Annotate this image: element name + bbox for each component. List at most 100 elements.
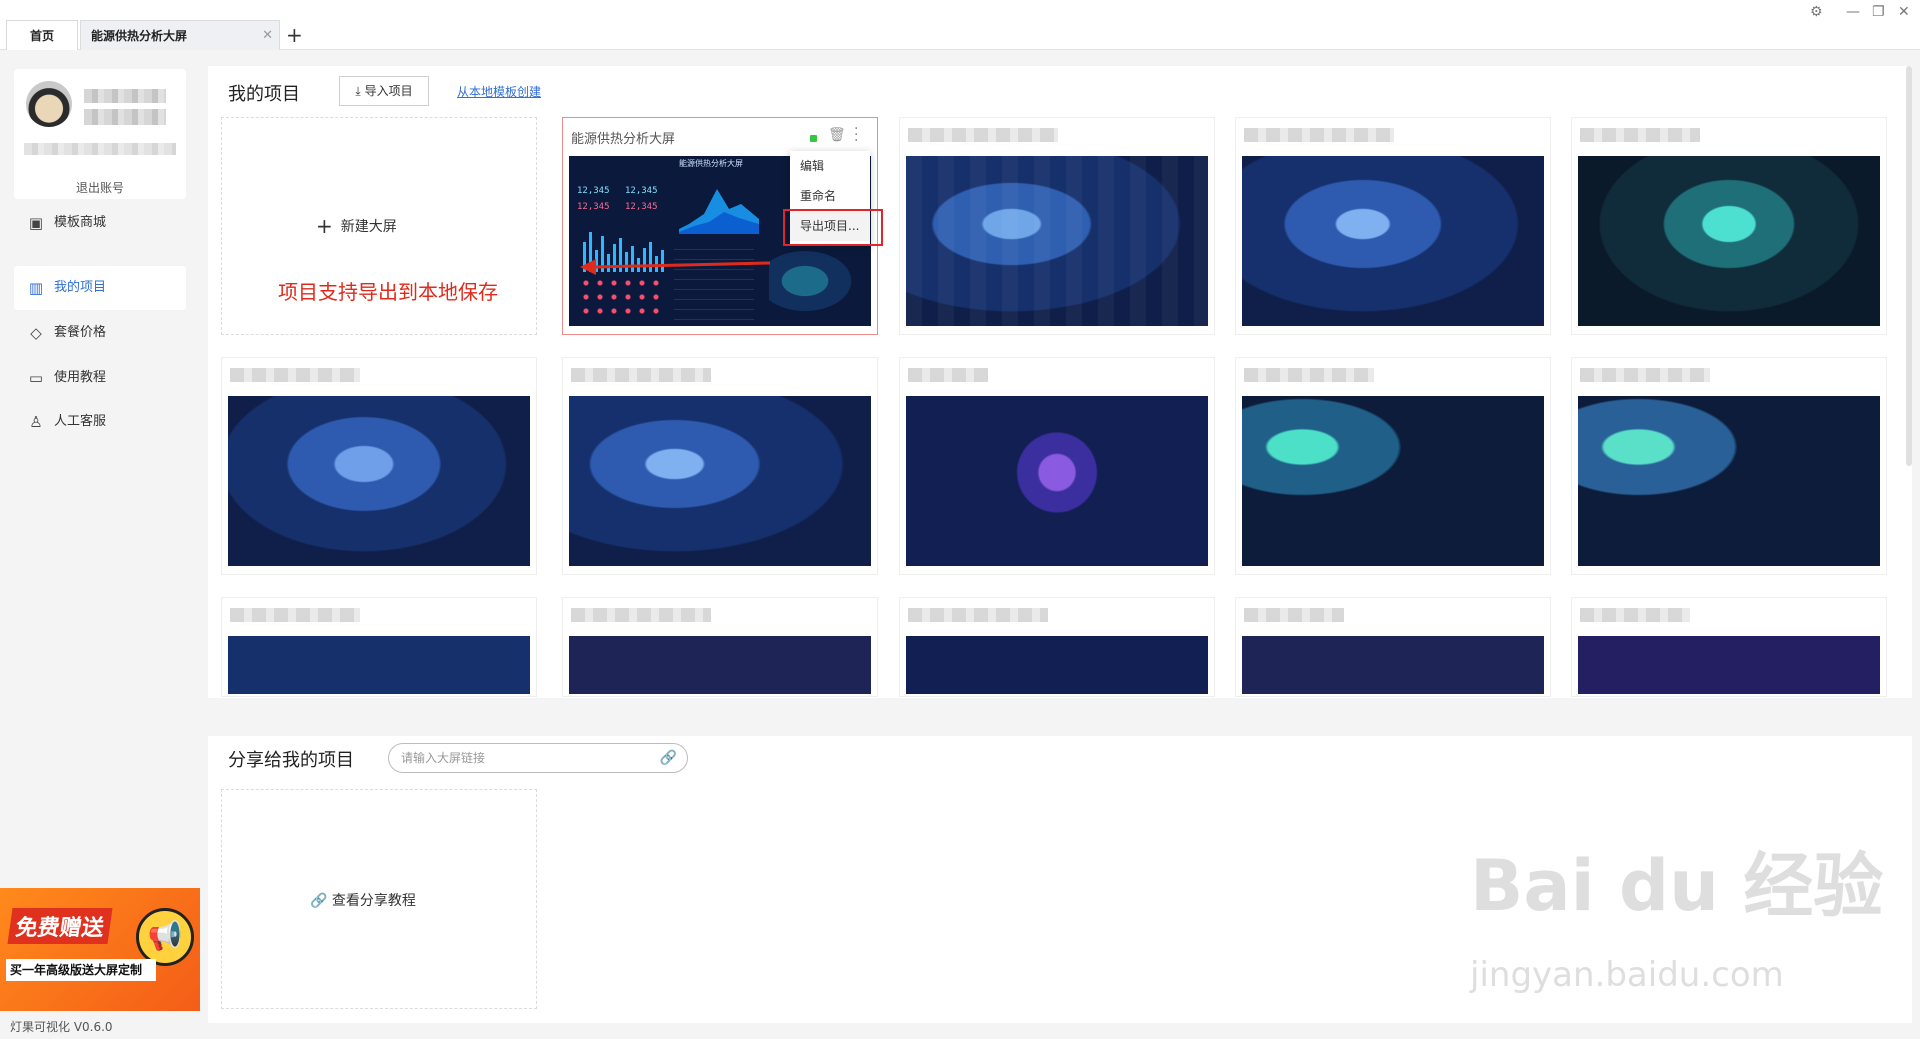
project-card[interactable]	[899, 117, 1215, 335]
share-link-input[interactable]: 请输入大屏链接 🔗	[388, 743, 688, 773]
share-tutorial-text: 查看分享教程	[331, 893, 416, 909]
blurred-info	[24, 143, 176, 155]
share-link-placeholder: 请输入大屏链接	[401, 751, 486, 765]
avatar[interactable]	[26, 81, 72, 127]
sidebar-item-label: 人工客服	[54, 414, 107, 429]
plus-icon: +	[316, 214, 333, 238]
tab-energy-dashboard[interactable]: 能源供热分析大屏 ✕	[80, 20, 280, 50]
tag-icon: ◇	[30, 324, 42, 342]
area-chart-thumbnail	[679, 189, 759, 234]
blurred-title	[571, 368, 711, 382]
sidebar-item-tutorial[interactable]: ▭ 使用教程	[14, 356, 186, 400]
project-card[interactable]	[1235, 117, 1551, 335]
watermark-url: jingyan.baidu.com	[1470, 955, 1784, 995]
annotation-arrow	[580, 259, 771, 275]
map-thumbnail	[769, 246, 859, 316]
user-card: 退出账号	[14, 69, 186, 199]
project-thumbnail	[228, 396, 530, 566]
project-thumbnail	[569, 396, 871, 566]
new-dashboard-text: 新建大屏	[340, 219, 397, 235]
shared-projects-title: 分享给我的项目	[228, 750, 354, 771]
blurred-username	[84, 89, 166, 103]
menu-item-edit[interactable]: 编辑	[790, 151, 870, 181]
vertical-scrollbar[interactable]	[1906, 66, 1912, 466]
project-card[interactable]	[1571, 117, 1887, 335]
kpi-value: 12,345	[577, 202, 610, 212]
blurred-title	[908, 608, 1048, 622]
import-project-button[interactable]: ⤓ 导入项目	[339, 76, 429, 106]
project-card[interactable]	[221, 357, 537, 575]
watermark-brand: Bai du 经验	[1470, 845, 1884, 927]
import-label: 导入项目	[364, 84, 413, 98]
link-icon[interactable]: 🔗	[660, 744, 677, 772]
project-thumbnail	[906, 636, 1208, 694]
sidebar-item-my-projects[interactable]: ▥ 我的项目	[14, 266, 186, 310]
tab-home[interactable]: 首页	[6, 20, 78, 50]
sidebar-item-pricing[interactable]: ◇ 套餐价格	[14, 311, 186, 355]
promo-banner[interactable]: 免费赠送 📢 买一年高级版送大屏定制	[0, 888, 200, 1011]
project-title: 能源供热分析大屏	[571, 132, 676, 147]
project-card[interactable]	[1235, 597, 1551, 697]
kpi-value: 12,345	[625, 186, 658, 196]
tab-label: 能源供热分析大屏	[91, 29, 188, 43]
megaphone-icon: 📢	[136, 908, 194, 966]
gear-icon[interactable]: ⚙	[1810, 4, 1823, 20]
blurred-title	[571, 608, 711, 622]
project-thumbnail	[1578, 396, 1880, 566]
blurred-badge	[84, 109, 166, 125]
trash-icon[interactable]: 🗑	[828, 127, 846, 143]
download-icon: ⤓	[355, 84, 361, 98]
sidebar-item-support[interactable]: ♙ 人工客服	[14, 400, 186, 444]
chart-icon: ▥	[28, 279, 44, 297]
project-thumbnail	[228, 636, 530, 694]
link-icon: 🔗	[310, 893, 332, 909]
project-thumbnail	[569, 636, 871, 694]
project-card[interactable]	[562, 357, 878, 575]
project-thumbnail	[1242, 156, 1544, 326]
my-projects-title: 我的项目	[228, 84, 300, 105]
project-thumbnail	[1242, 396, 1544, 566]
create-from-local-template-link[interactable]: 从本地模板创建	[457, 83, 541, 100]
blurred-title	[1580, 608, 1690, 622]
project-card[interactable]	[1571, 357, 1887, 575]
project-card[interactable]	[562, 597, 878, 697]
blurred-title	[1580, 368, 1710, 382]
dot-grid-thumbnail	[579, 276, 659, 320]
sidebar-item-template-store[interactable]: ▣ 模板商城	[14, 201, 186, 245]
kpi-value: 12,345	[625, 202, 658, 212]
share-tutorial-label: 🔗 查看分享教程	[310, 890, 416, 910]
blurred-title	[1244, 368, 1374, 382]
blurred-title	[230, 608, 360, 622]
minimize-icon[interactable]: —	[1846, 4, 1860, 20]
project-card[interactable]	[1235, 357, 1551, 575]
project-thumbnail	[1242, 636, 1544, 694]
restore-icon[interactable]: ❐	[1872, 4, 1885, 20]
book-icon: ▭	[28, 369, 44, 387]
sidebar: 退出账号 ▣ 模板商城 ▥ 我的项目 ◇ 套餐价格 ▭ 使用教程 ♙ 人工客服 …	[0, 51, 200, 1039]
blurred-title	[908, 128, 1058, 142]
share-tutorial-card[interactable]: 🔗 查看分享教程	[221, 789, 537, 1009]
promo-subtitle: 买一年高级版送大屏定制	[6, 959, 156, 981]
promo-title: 免费赠送	[7, 908, 113, 944]
user-icon: ♙	[29, 413, 43, 431]
export-highlight-box	[783, 209, 883, 246]
project-card[interactable]	[899, 357, 1215, 575]
project-card[interactable]	[1571, 597, 1887, 697]
version-label: 灯果可视化 V0.6.0	[10, 1020, 113, 1034]
project-card[interactable]	[221, 597, 537, 697]
close-icon[interactable]: ✕	[262, 21, 273, 51]
kpi-value: 12,345	[577, 186, 610, 196]
project-thumbnail	[1578, 636, 1880, 694]
project-card[interactable]	[899, 597, 1215, 697]
logout-link[interactable]: 退出账号	[14, 179, 186, 196]
blurred-title	[1580, 128, 1700, 142]
blurred-title	[1244, 608, 1344, 622]
close-window-icon[interactable]: ✕	[1898, 4, 1910, 20]
thumbnail-heading: 能源供热分析大屏	[679, 159, 743, 168]
sidebar-item-label: 模板商城	[54, 215, 107, 230]
annotation-text: 项目支持导出到本地保存	[278, 280, 498, 304]
more-options-icon[interactable]: · · ·	[854, 122, 858, 148]
sidebar-item-label: 套餐价格	[54, 325, 107, 340]
menu-item-rename[interactable]: 重命名	[790, 181, 870, 211]
add-tab-icon[interactable]: +	[286, 20, 303, 50]
